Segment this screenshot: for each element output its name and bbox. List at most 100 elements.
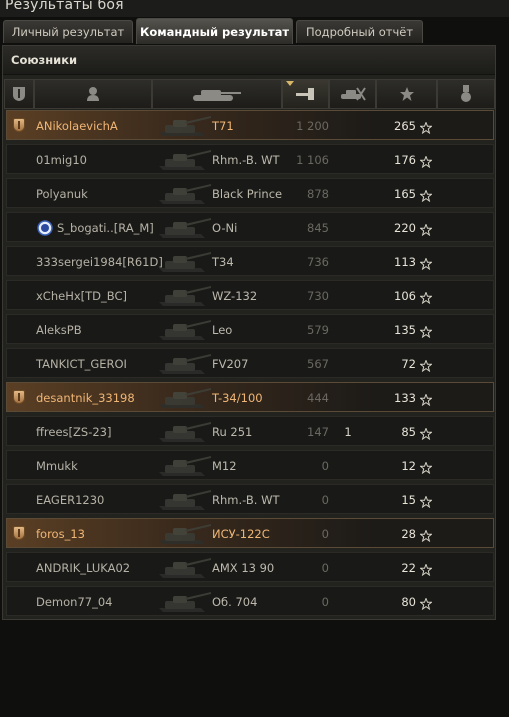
- star-icon: [419, 493, 433, 509]
- team-result-panel: Союзники ANikolaevichA T71 1 200 265 01m…: [2, 45, 496, 620]
- vehicle-name: FV207: [212, 357, 249, 371]
- star-icon: [419, 425, 433, 441]
- vehicle-name: T-34/100: [212, 391, 263, 405]
- player-row[interactable]: desantnik_33198 T-34/100 444 133: [6, 382, 494, 412]
- damage-value: 579: [307, 323, 329, 337]
- damage-value: 0: [321, 459, 329, 473]
- vehicle-icon: [155, 418, 213, 446]
- player-row[interactable]: xCheHx[TD_BC] WZ-132 730 106: [6, 280, 494, 310]
- vehicle-name: M12: [212, 459, 237, 473]
- experience-value: 12: [401, 459, 416, 473]
- player-row[interactable]: ANDRIK_LUKA02 AMX 13 90 0 22: [6, 552, 494, 582]
- star-icon: [419, 255, 433, 271]
- player-name[interactable]: Mmukk: [36, 459, 78, 473]
- player-name[interactable]: AleksPB: [36, 323, 82, 337]
- star-icon: [419, 187, 433, 203]
- window-title-bar: Результаты боя: [0, 0, 509, 17]
- vehicle-icon: [155, 588, 213, 616]
- star-icon: [419, 561, 433, 577]
- vehicle-icon: [155, 180, 213, 208]
- player-row[interactable]: foros_13 ИСУ-122С 0 28: [6, 518, 494, 548]
- vehicle-icon: [155, 350, 213, 378]
- clan-badge-icon: [37, 220, 53, 236]
- kills-value: 1: [344, 425, 352, 439]
- player-row[interactable]: Polyanuk Black Prince 878 165: [6, 178, 494, 208]
- vehicle-icon: [155, 146, 213, 174]
- experience-value: 28: [401, 527, 416, 541]
- player-row[interactable]: TANKICT_GEROI FV207 567 72: [6, 348, 494, 378]
- tab-personal-result[interactable]: Личный результат: [3, 20, 133, 43]
- player-row[interactable]: S_bogati..[RA_M] O-Ni 845 220: [6, 212, 494, 242]
- kills-icon: [340, 87, 366, 101]
- damage-icon: [295, 88, 314, 100]
- player-name[interactable]: Polyanuk: [36, 187, 88, 201]
- player-row[interactable]: Mmukk M12 0 12: [6, 450, 494, 480]
- player-row[interactable]: 01mig10 Rhm.-B. WT 1 106 176: [6, 144, 494, 174]
- vehicle-icon: [155, 214, 213, 242]
- column-header-medals[interactable]: [437, 79, 495, 109]
- damage-value: 444: [307, 391, 329, 405]
- column-header-experience[interactable]: [376, 79, 437, 109]
- vehicle-name: O-Ni: [212, 221, 238, 235]
- star-icon: [419, 527, 433, 543]
- vehicle-name: ИСУ-122С: [212, 527, 270, 541]
- player-row[interactable]: ffrees[ZS-23] Ru 251 147 1 85: [6, 416, 494, 446]
- star-icon: [419, 459, 433, 475]
- player-icon: [87, 87, 99, 101]
- player-name[interactable]: TANKICT_GEROI: [36, 357, 127, 371]
- experience-value: 106: [394, 289, 416, 303]
- player-name[interactable]: desantnik_33198: [36, 391, 135, 405]
- player-name[interactable]: EAGER1230: [36, 493, 104, 507]
- damage-value: 730: [307, 289, 329, 303]
- tab-detailed-report[interactable]: Подробный отчёт: [296, 20, 423, 43]
- experience-value: 135: [394, 323, 416, 337]
- platoon-icon: [13, 390, 25, 404]
- star-icon: [419, 153, 433, 169]
- damage-value: 878: [307, 187, 329, 201]
- experience-value: 85: [401, 425, 416, 439]
- column-header-kills[interactable]: [329, 79, 376, 109]
- tab-team-result[interactable]: Командный результат: [136, 18, 293, 44]
- player-name[interactable]: 333sergei1984[R61D]: [36, 255, 163, 269]
- column-header-player[interactable]: [34, 79, 152, 109]
- vehicle-icon: [155, 486, 213, 514]
- window-title: Результаты боя: [5, 0, 124, 13]
- player-row[interactable]: AleksPB Leo 579 135: [6, 314, 494, 344]
- player-name[interactable]: ANDRIK_LUKA02: [36, 561, 130, 575]
- allies-title: Союзники: [11, 53, 78, 67]
- sort-desc-icon: [286, 81, 294, 86]
- vehicle-name: T71: [212, 119, 234, 133]
- column-header-platoon[interactable]: [4, 79, 34, 109]
- damage-value: 845: [307, 221, 329, 235]
- star-icon: [419, 357, 433, 373]
- vehicle-name: AMX 13 90: [212, 561, 275, 575]
- vehicle-icon: [155, 554, 213, 582]
- player-row[interactable]: 333sergei1984[R61D] T34 736 113: [6, 246, 494, 276]
- player-name[interactable]: Demon77_04: [36, 595, 112, 609]
- damage-value: 147: [307, 425, 329, 439]
- platoon-icon: [13, 526, 25, 540]
- player-name[interactable]: S_bogati..[RA_M]: [57, 221, 154, 235]
- star-icon: [419, 391, 433, 407]
- player-row[interactable]: Demon77_04 Об. 704 0 80: [6, 586, 494, 616]
- experience-value: 15: [401, 493, 416, 507]
- player-name[interactable]: ffrees[ZS-23]: [36, 425, 111, 439]
- player-name[interactable]: foros_13: [36, 527, 85, 541]
- platoon-icon: [13, 118, 25, 132]
- vehicle-name: Rhm.-B. WT: [212, 153, 280, 167]
- vehicle-name: WZ-132: [212, 289, 258, 303]
- vehicle-icon: [155, 384, 213, 412]
- player-row[interactable]: ANikolaevichA T71 1 200 265: [6, 110, 494, 140]
- player-name[interactable]: 01mig10: [36, 153, 87, 167]
- vehicle-icon: [155, 282, 213, 310]
- vehicle-icon: [155, 520, 213, 548]
- vehicle-name: T34: [212, 255, 234, 269]
- experience-value: 176: [394, 153, 416, 167]
- vehicle-icon: [155, 316, 213, 344]
- player-row[interactable]: EAGER1230 Rhm.-B. WT 0 15: [6, 484, 494, 514]
- player-name[interactable]: xCheHx[TD_BC]: [36, 289, 127, 303]
- column-header-tank[interactable]: [152, 79, 282, 109]
- column-header-damage[interactable]: [282, 79, 329, 109]
- player-name[interactable]: ANikolaevichA: [36, 119, 118, 133]
- star-icon: [419, 595, 433, 611]
